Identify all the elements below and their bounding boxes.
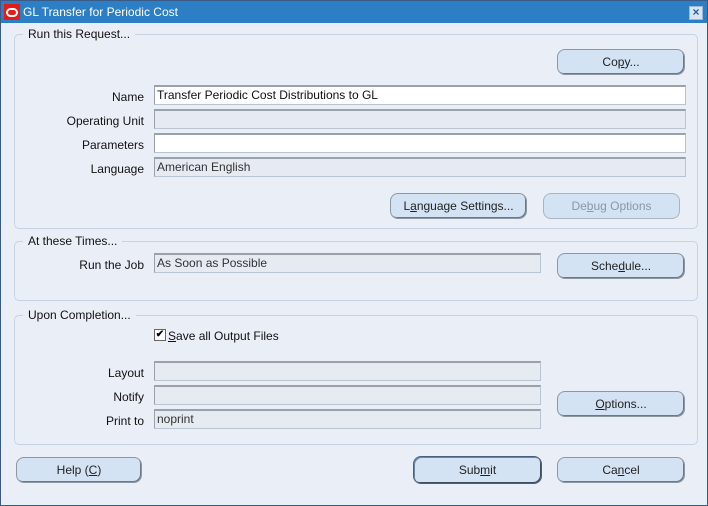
print-to-input[interactable]: noprint	[154, 409, 541, 429]
print-to-label: Print to	[105, 414, 144, 428]
window-title: GL Transfer for Periodic Cost	[23, 5, 178, 19]
save-output-label[interactable]: Save all Output Files	[168, 329, 279, 343]
upon-completion-legend: Upon Completion...	[23, 308, 136, 322]
cancel-pre: Ca	[602, 463, 618, 477]
notify-label: Notify	[113, 390, 144, 404]
submit-post: it	[490, 463, 497, 477]
dialog-window: GL Transfer for Periodic Cost × Run this…	[0, 0, 708, 506]
language-input[interactable]: American English	[154, 157, 686, 177]
debug-options-post: ug Options	[593, 199, 652, 213]
name-input[interactable]: Transfer Periodic Cost Distributions to …	[154, 85, 686, 105]
parameters-label: Parameters	[81, 138, 144, 152]
title-bar: GL Transfer for Periodic Cost ×	[1, 1, 707, 23]
copy-button[interactable]: Copy...	[557, 49, 685, 75]
options-button[interactable]: Options...	[557, 391, 685, 417]
run-job-input[interactable]: As Soon as Possible	[154, 253, 541, 273]
layout-input[interactable]	[154, 361, 541, 381]
schedule-button[interactable]: Schedule...	[557, 253, 685, 279]
copy-label-post: y...	[624, 55, 640, 69]
language-settings-mnemonic: a	[410, 199, 417, 213]
submit-pre: Sub	[458, 463, 481, 477]
operating-unit-input[interactable]	[154, 109, 686, 129]
options-mnemonic: O	[595, 397, 605, 411]
layout-label: Layout	[107, 366, 144, 380]
save-output-mnemonic: S	[168, 329, 177, 343]
close-icon[interactable]: ×	[689, 6, 703, 20]
copy-label-pre: Co	[602, 55, 618, 69]
submit-button[interactable]: Submit	[413, 456, 542, 484]
help-pre: Help (	[56, 463, 89, 477]
help-button[interactable]: Help (C)	[16, 457, 142, 483]
run-request-legend: Run this Request...	[23, 27, 136, 41]
run-job-label: Run the Job	[79, 258, 144, 272]
debug-options-pre: De	[571, 199, 587, 213]
help-post: )	[97, 463, 102, 477]
debug-options-button[interactable]: Debug Options	[543, 193, 680, 219]
language-settings-button[interactable]: Language Settings...	[390, 193, 527, 219]
schedule-pre: Sche	[590, 259, 619, 273]
parameters-input[interactable]	[154, 133, 686, 153]
name-label: Name	[111, 90, 144, 104]
cancel-button[interactable]: Cancel	[557, 457, 685, 483]
options-post: ptions...	[604, 397, 647, 411]
notify-input[interactable]	[154, 385, 541, 405]
cancel-post: cel	[624, 463, 640, 477]
save-output-text: ave all Output Files	[176, 329, 279, 343]
language-settings-post: nguage Settings...	[416, 199, 514, 213]
language-label: Language	[90, 162, 144, 176]
schedule-post: ule...	[625, 259, 652, 273]
submit-mnemonic: m	[480, 463, 491, 477]
operating-unit-label: Operating Unit	[66, 114, 144, 128]
schedule-mnemonic: d	[618, 259, 626, 273]
save-output-checkbox[interactable]: ✔	[154, 329, 166, 341]
oracle-logo-icon	[4, 4, 20, 20]
at-times-legend: At these Times...	[23, 234, 123, 248]
